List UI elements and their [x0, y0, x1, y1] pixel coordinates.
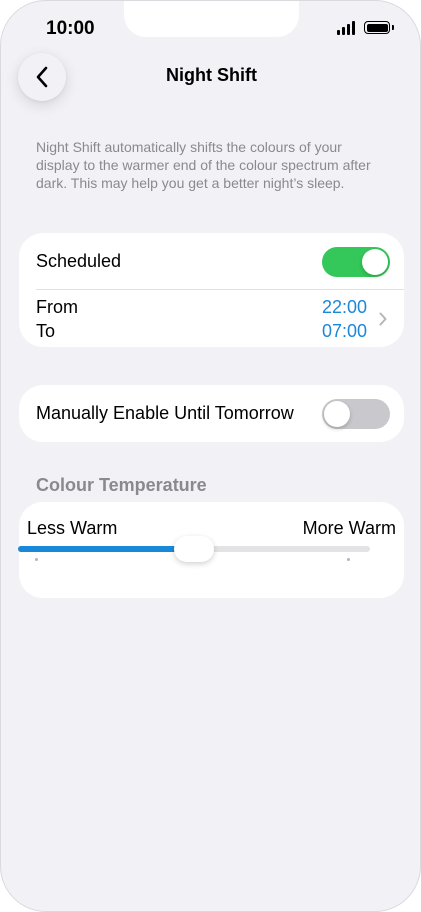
chevron-right-icon[interactable]: [378, 312, 388, 326]
device-frame: 10:00 Night Shift Night Shift automatica…: [0, 0, 421, 912]
manual-enable-toggle[interactable]: [322, 399, 390, 429]
notch: [124, 1, 299, 37]
less-warm-label: Less Warm: [27, 518, 118, 538]
slider-fill: [18, 546, 194, 552]
more-warm-label: More Warm: [302, 518, 396, 538]
colour-temperature-header: Colour Temperature: [36, 475, 207, 495]
status-time: 10:00: [46, 18, 95, 39]
night-shift-description: Night Shift automatically shifts the col…: [36, 139, 371, 191]
from-time[interactable]: 22:00: [287, 297, 367, 318]
slider-tick-min: [35, 558, 38, 561]
cellular-signal-icon: [337, 21, 357, 35]
to-label: To: [36, 321, 56, 341]
schedule-card: Scheduled From To 22:00 07:00: [19, 233, 404, 347]
to-time[interactable]: 07:00: [287, 321, 367, 342]
slider-tick-max: [347, 558, 350, 561]
manual-enable-label: Manually Enable Until Tomorrow: [36, 403, 294, 423]
scheduled-label: Scheduled: [36, 251, 122, 271]
colour-temperature-slider[interactable]: [18, 536, 370, 562]
divider: [36, 289, 404, 290]
scheduled-toggle[interactable]: [322, 247, 390, 277]
page-title: Night Shift: [166, 65, 257, 85]
slider-thumb[interactable]: [174, 536, 214, 562]
manual-enable-card: Manually Enable Until Tomorrow: [19, 385, 404, 442]
toggle-knob: [362, 249, 388, 275]
toggle-knob: [324, 401, 350, 427]
from-label: From: [36, 297, 78, 317]
battery-full-icon: [364, 21, 394, 34]
